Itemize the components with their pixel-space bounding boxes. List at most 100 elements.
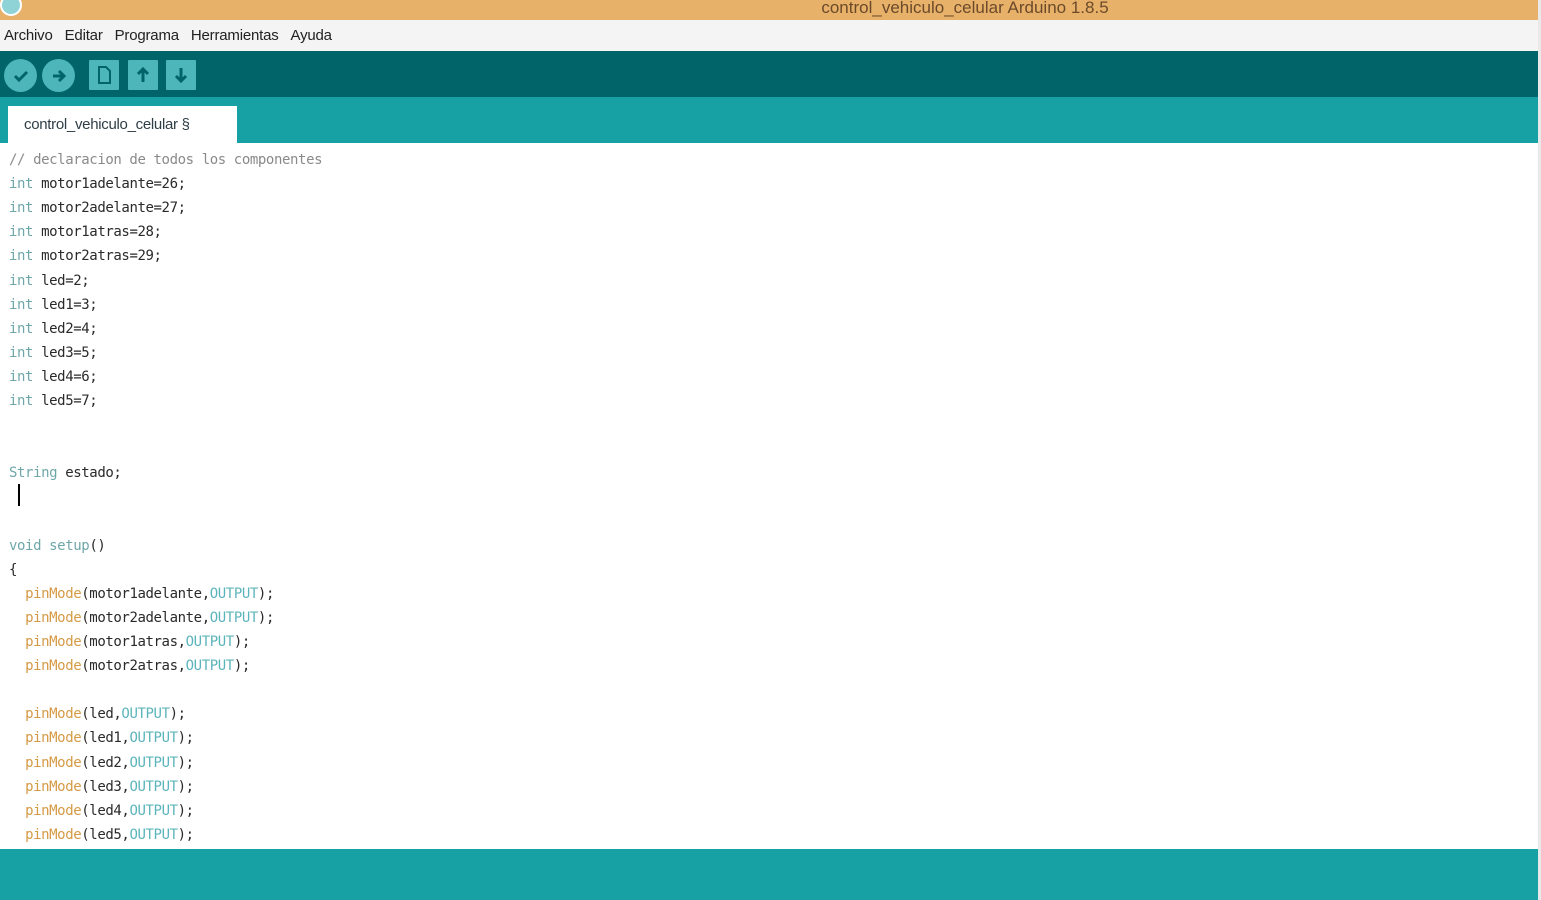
open-button[interactable]: [128, 60, 158, 90]
code-token: OUTPUT: [185, 658, 235, 675]
code-token: led1=3;: [33, 296, 98, 313]
code-token: motor2adelante=27;: [33, 200, 186, 217]
code-token: pinMode: [25, 826, 82, 843]
code-token: (motor2atras,: [81, 658, 186, 675]
code-token: String: [9, 465, 58, 482]
code-token: OUTPUT: [121, 706, 170, 723]
code-line: pinMode(motor1adelante,OUTPUT);: [9, 582, 274, 606]
code-token: );: [233, 634, 250, 650]
code-token: pinMode: [25, 634, 82, 650]
menu-programa[interactable]: Programa: [115, 27, 179, 44]
code-token: (led,: [81, 706, 122, 723]
tab-sketch[interactable]: control_vehiculo_celular §: [8, 106, 237, 143]
code-token: );: [177, 730, 194, 747]
code-token: (led4,: [81, 802, 130, 819]
code-line: pinMode(led5,OUTPUT);: [9, 823, 194, 847]
code-token: (led2,: [81, 754, 130, 771]
code-token: int: [9, 368, 34, 385]
check-icon: [13, 70, 28, 82]
code-token: OUTPUT: [129, 754, 178, 771]
code-line: pinMode(motor2adelante,OUTPUT);: [9, 606, 274, 630]
new-sketch-button[interactable]: [89, 60, 119, 90]
code-line: pinMode(led,OUTPUT);: [9, 702, 186, 726]
save-button[interactable]: [166, 60, 196, 90]
menu-archivo[interactable]: Archivo: [4, 27, 53, 44]
code-token: OUTPUT: [129, 802, 178, 819]
code-token: pinMode: [25, 730, 82, 747]
arrow-down-icon: [174, 68, 188, 84]
file-icon: [98, 66, 111, 84]
code-token: int: [9, 176, 34, 193]
code-line: int led5=7;: [9, 389, 98, 413]
code-token: int: [9, 393, 34, 409]
code-token: led2=4;: [33, 320, 98, 337]
code-token: led5=7;: [33, 393, 98, 409]
code-token: estado;: [57, 465, 122, 482]
code-token: pinMode: [25, 802, 82, 819]
menu-bar: Archivo Editar Programa Herramientas Ayu…: [0, 20, 1541, 51]
verify-button[interactable]: [4, 59, 37, 92]
code-line: pinMode(led3,OUTPUT);: [9, 775, 194, 799]
code-line: int motor2atras=29;: [9, 244, 162, 268]
upload-button[interactable]: [42, 59, 75, 92]
menu-ayuda[interactable]: Ayuda: [291, 27, 332, 44]
code-token: int: [9, 248, 34, 265]
toolbar: [0, 51, 1538, 97]
text-cursor: [18, 484, 20, 506]
code-token: motor1adelante=26;: [33, 176, 186, 193]
menu-herramientas[interactable]: Herramientas: [191, 27, 279, 44]
code-token: motor2atras=29;: [33, 248, 162, 265]
tab-bar: control_vehiculo_celular §: [0, 97, 1538, 143]
code-token: (led5,: [81, 826, 130, 843]
window-title: control_vehiculo_celular Arduino 1.8.5: [821, 0, 1109, 17]
code-line: // declaracion de todos los componentes: [9, 148, 323, 172]
code-line: int led2=4;: [9, 317, 98, 341]
code-token: pinMode: [25, 778, 82, 795]
code-line: int motor1adelante=26;: [9, 172, 186, 196]
code-token: );: [177, 826, 194, 843]
code-line: int led4=6;: [9, 365, 98, 389]
code-token: );: [169, 706, 186, 723]
code-line: pinMode(led1,OUTPUT);: [9, 726, 194, 750]
code-token: led3=5;: [33, 344, 98, 361]
code-line: int led3=5;: [9, 341, 98, 365]
code-token: pinMode: [25, 658, 82, 675]
code-token: motor1atras=28;: [33, 224, 162, 241]
code-line: String estado;: [9, 461, 122, 485]
code-line: void setup(): [9, 534, 106, 558]
code-line: pinMode(motor1atras,OUTPUT);: [9, 630, 250, 654]
code-token: setup: [49, 537, 90, 554]
code-line: int led=2;: [9, 269, 90, 293]
code-token: (led1,: [81, 730, 130, 747]
code-token: pinMode: [25, 609, 82, 626]
code-token: int: [9, 200, 34, 217]
code-token: );: [177, 778, 194, 795]
code-token: (motor1atras,: [81, 634, 186, 650]
code-token: led=2;: [33, 272, 90, 289]
code-line: {: [9, 558, 17, 582]
code-editor[interactable]: // declaracion de todos los componentes i…: [0, 143, 1538, 849]
title-bar: control_vehiculo_celular Arduino 1.8.5: [0, 0, 1538, 20]
code-token: int: [9, 272, 34, 289]
code-token: (motor1adelante,: [81, 585, 210, 602]
code-token: led4=6;: [33, 368, 98, 385]
code-token: OUTPUT: [129, 730, 178, 747]
code-token: OUTPUT: [209, 585, 259, 602]
code-token: );: [257, 609, 274, 626]
code-token: (): [89, 537, 106, 554]
code-token: int: [9, 320, 34, 337]
code-token: OUTPUT: [129, 778, 178, 795]
menu-editar[interactable]: Editar: [65, 27, 103, 44]
console-area: [0, 849, 1538, 900]
code-token: OUTPUT: [129, 826, 178, 843]
code-line: pinMode(led4,OUTPUT);: [9, 799, 194, 823]
arrow-right-icon: [52, 69, 66, 82]
